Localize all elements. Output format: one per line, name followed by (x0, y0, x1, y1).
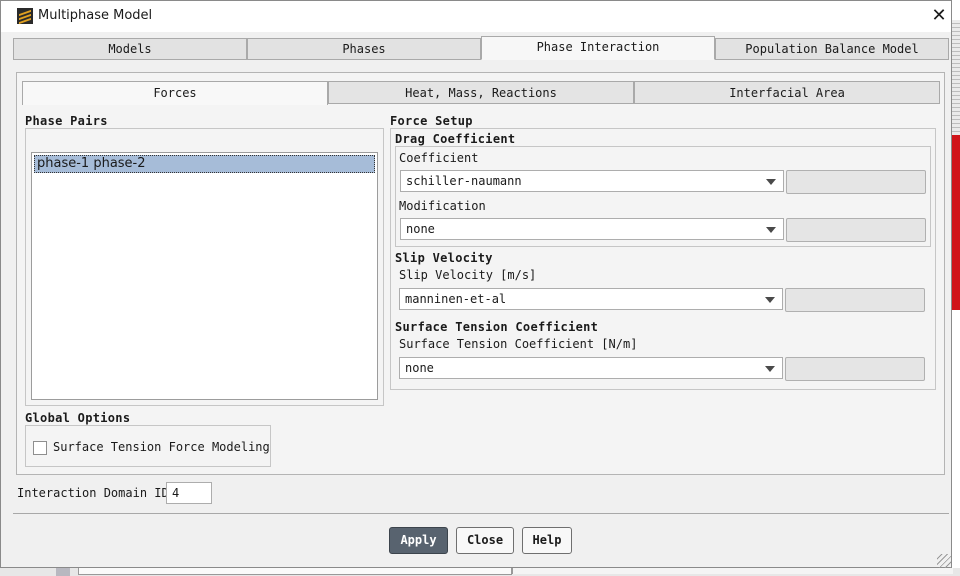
surface-tension-coefficient-label: Surface Tension Coefficient [N/m] (399, 337, 638, 351)
dropdown-value: none (406, 222, 435, 236)
checkbox-label: Surface Tension Force Modeling (53, 440, 270, 454)
tab-phases[interactable]: Phases (247, 38, 481, 60)
chevron-down-icon (766, 179, 776, 185)
dropdown-value: manninen-et-al (405, 292, 507, 306)
help-button[interactable]: Help (522, 527, 572, 554)
tab-heat-mass-reactions[interactable]: Heat, Mass, Reactions (328, 81, 634, 104)
force-setup-heading: Force Setup (390, 114, 473, 128)
phase-pairs-heading: Phase Pairs (25, 114, 108, 128)
interaction-domain-id-field[interactable]: 4 (166, 482, 212, 504)
drag-coefficient-edit-field (786, 170, 926, 194)
list-item[interactable]: phase-1 phase-2 (34, 155, 375, 173)
background-block (56, 568, 70, 576)
tab-models[interactable]: Models (13, 38, 247, 60)
apply-button[interactable]: Apply (389, 527, 448, 554)
background-panel-right (512, 568, 953, 574)
fluent-app-icon (17, 8, 33, 25)
dropdown-value: none (405, 361, 434, 375)
global-options-heading: Global Options (25, 411, 131, 425)
coefficient-label: Coefficient (399, 151, 479, 165)
resize-grip-icon[interactable] (937, 554, 951, 568)
modification-label: Modification (399, 199, 486, 213)
window-title: Multiphase Model (38, 8, 153, 23)
chevron-down-icon (765, 297, 775, 303)
drag-modification-edit-field (786, 218, 926, 242)
chevron-down-icon (765, 366, 775, 372)
surface-tension-coefficient-dropdown[interactable]: none (399, 357, 783, 379)
surface-tension-coefficient-edit-field (785, 357, 925, 381)
background-viewport-strip (952, 0, 960, 576)
close-button[interactable]: Close (456, 527, 514, 554)
close-icon[interactable]: ✕ (929, 5, 949, 27)
background-contour-band (952, 135, 960, 310)
background-bottom-strip (0, 568, 960, 576)
drag-coefficient-dropdown[interactable]: schiller-naumann (400, 170, 784, 192)
surface-tension-force-modeling-checkbox[interactable] (33, 441, 47, 455)
multiphase-model-dialog: Multiphase Model ✕ Models Phases Phase I… (0, 0, 952, 568)
slip-velocity-label: Slip Velocity [m/s] (399, 268, 537, 282)
slip-velocity-edit-field (785, 288, 925, 312)
phase-pairs-list[interactable]: phase-1 phase-2 (31, 152, 378, 400)
surface-tension-coefficient-heading: Surface Tension Coefficient (395, 320, 599, 334)
tab-phase-interaction[interactable]: Phase Interaction (481, 36, 715, 60)
interaction-domain-id-label: Interaction Domain ID (17, 486, 169, 500)
title-bar[interactable]: Multiphase Model ✕ (1, 1, 951, 32)
tab-population-balance-model[interactable]: Population Balance Model (715, 38, 949, 60)
chevron-down-icon (766, 227, 776, 233)
dropdown-value: schiller-naumann (406, 174, 522, 188)
main-tabs: Models Phases Phase Interaction Populati… (13, 36, 949, 60)
background-panel-left (78, 568, 512, 575)
slip-velocity-dropdown[interactable]: manninen-et-al (399, 288, 783, 310)
tab-interfacial-area[interactable]: Interfacial Area (634, 81, 940, 104)
sub-tabs: Forces Heat, Mass, Reactions Interfacial… (22, 81, 940, 105)
tab-forces[interactable]: Forces (22, 81, 328, 105)
slip-velocity-heading: Slip Velocity (395, 251, 493, 265)
surface-tension-force-modeling-option[interactable]: Surface Tension Force Modeling (33, 440, 270, 456)
drag-modification-dropdown[interactable]: none (400, 218, 784, 240)
drag-coefficient-heading: Drag Coefficient (395, 132, 516, 146)
divider (13, 513, 949, 514)
background-mesh (952, 20, 960, 135)
